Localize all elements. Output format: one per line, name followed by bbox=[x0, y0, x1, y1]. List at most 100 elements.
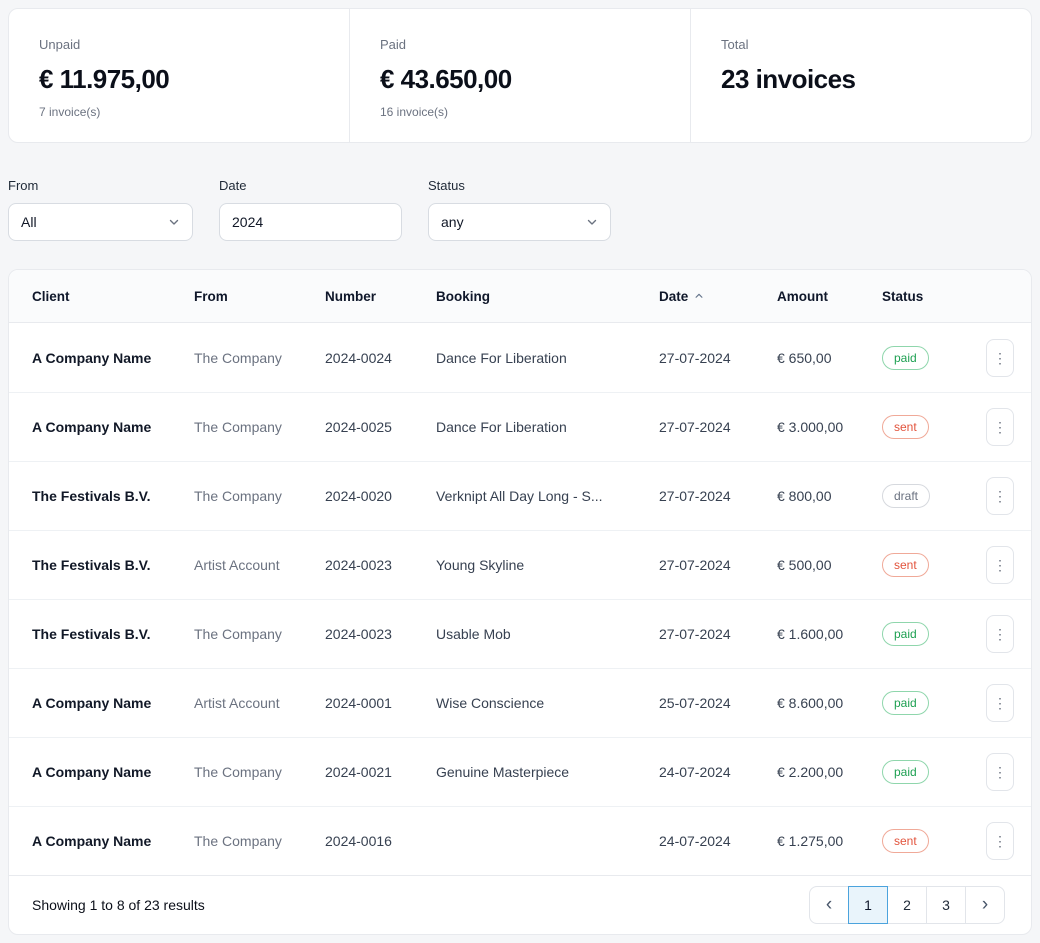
row-actions-menu-button[interactable]: ⋮ bbox=[986, 546, 1014, 584]
status-badge: sent bbox=[882, 415, 929, 439]
cell-status: paid bbox=[882, 346, 970, 370]
cell-status: paid bbox=[882, 622, 970, 646]
card-subtext: 7 invoice(s) bbox=[39, 105, 319, 119]
cell-amount: € 1.600,00 bbox=[777, 626, 882, 642]
next-page-button[interactable]: › bbox=[965, 886, 1005, 924]
chevron-left-icon: ‹ bbox=[826, 895, 832, 914]
cell-number: 2024-0024 bbox=[325, 350, 436, 366]
cell-date: 24-07-2024 bbox=[659, 764, 777, 780]
cell-amount: € 500,00 bbox=[777, 557, 882, 573]
filters-bar: From All Date Status any bbox=[8, 178, 1032, 241]
kebab-icon: ⋮ bbox=[993, 765, 1007, 779]
cell-amount: € 3.000,00 bbox=[777, 419, 882, 435]
kebab-icon: ⋮ bbox=[993, 558, 1007, 572]
cell-client: The Festivals B.V. bbox=[32, 488, 194, 504]
column-header-booking[interactable]: Booking bbox=[436, 289, 659, 304]
table-row[interactable]: A Company Name The Company 2024-0021 Gen… bbox=[9, 737, 1031, 806]
cell-booking: Genuine Masterpiece bbox=[436, 764, 659, 780]
cell-client: A Company Name bbox=[32, 833, 194, 849]
pagination: ‹ 1 2 3 › bbox=[809, 886, 1005, 924]
status-badge: paid bbox=[882, 622, 929, 646]
from-filter-label: From bbox=[8, 178, 193, 194]
card-label: Total bbox=[721, 37, 1001, 53]
status-badge: paid bbox=[882, 691, 929, 715]
cell-from: The Company bbox=[194, 764, 325, 780]
cell-client: A Company Name bbox=[32, 350, 194, 366]
cell-date: 27-07-2024 bbox=[659, 557, 777, 573]
row-actions-menu-button[interactable]: ⋮ bbox=[986, 408, 1014, 446]
kebab-icon: ⋮ bbox=[993, 351, 1007, 365]
status-select[interactable]: any bbox=[428, 203, 611, 241]
cell-amount: € 800,00 bbox=[777, 488, 882, 504]
table-row[interactable]: A Company Name The Company 2024-0024 Dan… bbox=[9, 323, 1031, 392]
previous-page-button[interactable]: ‹ bbox=[809, 886, 849, 924]
card-value: 23 invoices bbox=[721, 63, 1001, 95]
table-row[interactable]: The Festivals B.V. The Company 2024-0023… bbox=[9, 599, 1031, 668]
page-button[interactable]: 2 bbox=[887, 886, 927, 924]
column-header-amount[interactable]: Amount bbox=[777, 289, 882, 304]
cell-booking: Wise Conscience bbox=[436, 695, 659, 711]
date-input[interactable] bbox=[219, 203, 402, 241]
kebab-icon: ⋮ bbox=[993, 834, 1007, 848]
status-badge: paid bbox=[882, 760, 929, 784]
cell-amount: € 650,00 bbox=[777, 350, 882, 366]
cell-status: draft bbox=[882, 484, 970, 508]
page-button[interactable]: 1 bbox=[848, 886, 888, 924]
column-header-from[interactable]: From bbox=[194, 289, 325, 304]
cell-client: The Festivals B.V. bbox=[32, 626, 194, 642]
cell-amount: € 1.275,00 bbox=[777, 833, 882, 849]
cell-number: 2024-0001 bbox=[325, 695, 436, 711]
summary-cards: Unpaid € 11.975,00 7 invoice(s) Paid € 4… bbox=[8, 8, 1032, 143]
cell-status: paid bbox=[882, 760, 970, 784]
status-select-value: any bbox=[441, 214, 464, 230]
filter-status: Status any bbox=[428, 178, 611, 241]
cell-date: 27-07-2024 bbox=[659, 626, 777, 642]
column-header-date-label: Date bbox=[659, 289, 688, 304]
row-actions-menu-button[interactable]: ⋮ bbox=[986, 477, 1014, 515]
column-header-number[interactable]: Number bbox=[325, 289, 436, 304]
cell-number: 2024-0021 bbox=[325, 764, 436, 780]
chevron-down-icon bbox=[586, 216, 598, 228]
invoices-page: Unpaid € 11.975,00 7 invoice(s) Paid € 4… bbox=[0, 0, 1040, 943]
cell-from: The Company bbox=[194, 419, 325, 435]
from-select-value: All bbox=[21, 214, 37, 230]
from-select[interactable]: All bbox=[8, 203, 193, 241]
kebab-icon: ⋮ bbox=[993, 489, 1007, 503]
card-subtext: 16 invoice(s) bbox=[380, 105, 660, 119]
table-row[interactable]: A Company Name The Company 2024-0025 Dan… bbox=[9, 392, 1031, 461]
table-row[interactable]: The Festivals B.V. Artist Account 2024-0… bbox=[9, 530, 1031, 599]
summary-card-total: Total 23 invoices bbox=[690, 9, 1031, 142]
row-actions-menu-button[interactable]: ⋮ bbox=[986, 615, 1014, 653]
cell-number: 2024-0016 bbox=[325, 833, 436, 849]
column-header-client[interactable]: Client bbox=[32, 289, 194, 304]
cell-booking: Dance For Liberation bbox=[436, 350, 659, 366]
invoices-table: Client From Number Booking Date Amount S… bbox=[8, 269, 1032, 935]
cell-booking: Verknipt All Day Long - S... bbox=[436, 488, 659, 504]
cell-date: 24-07-2024 bbox=[659, 833, 777, 849]
card-subtext bbox=[721, 105, 1001, 119]
table-footer: Showing 1 to 8 of 23 results ‹ 1 2 3 › bbox=[9, 875, 1031, 934]
summary-card-unpaid: Unpaid € 11.975,00 7 invoice(s) bbox=[9, 9, 349, 142]
cell-amount: € 8.600,00 bbox=[777, 695, 882, 711]
cell-date: 25-07-2024 bbox=[659, 695, 777, 711]
cell-booking: Dance For Liberation bbox=[436, 419, 659, 435]
row-actions-menu-button[interactable]: ⋮ bbox=[986, 339, 1014, 377]
page-button[interactable]: 3 bbox=[926, 886, 966, 924]
table-row[interactable]: The Festivals B.V. The Company 2024-0020… bbox=[9, 461, 1031, 530]
cell-status: sent bbox=[882, 415, 970, 439]
table-row[interactable]: A Company Name Artist Account 2024-0001 … bbox=[9, 668, 1031, 737]
cell-client: A Company Name bbox=[32, 764, 194, 780]
row-actions-menu-button[interactable]: ⋮ bbox=[986, 753, 1014, 791]
results-summary: Showing 1 to 8 of 23 results bbox=[32, 897, 205, 913]
table-row[interactable]: A Company Name The Company 2024-0016 24-… bbox=[9, 806, 1031, 875]
column-header-date[interactable]: Date bbox=[659, 289, 777, 304]
row-actions-menu-button[interactable]: ⋮ bbox=[986, 684, 1014, 722]
column-header-status[interactable]: Status bbox=[882, 289, 970, 304]
kebab-icon: ⋮ bbox=[993, 420, 1007, 434]
chevron-right-icon: › bbox=[982, 895, 988, 914]
kebab-icon: ⋮ bbox=[993, 696, 1007, 710]
cell-client: A Company Name bbox=[32, 419, 194, 435]
cell-status: paid bbox=[882, 691, 970, 715]
cell-from: The Company bbox=[194, 833, 325, 849]
row-actions-menu-button[interactable]: ⋮ bbox=[986, 822, 1014, 860]
